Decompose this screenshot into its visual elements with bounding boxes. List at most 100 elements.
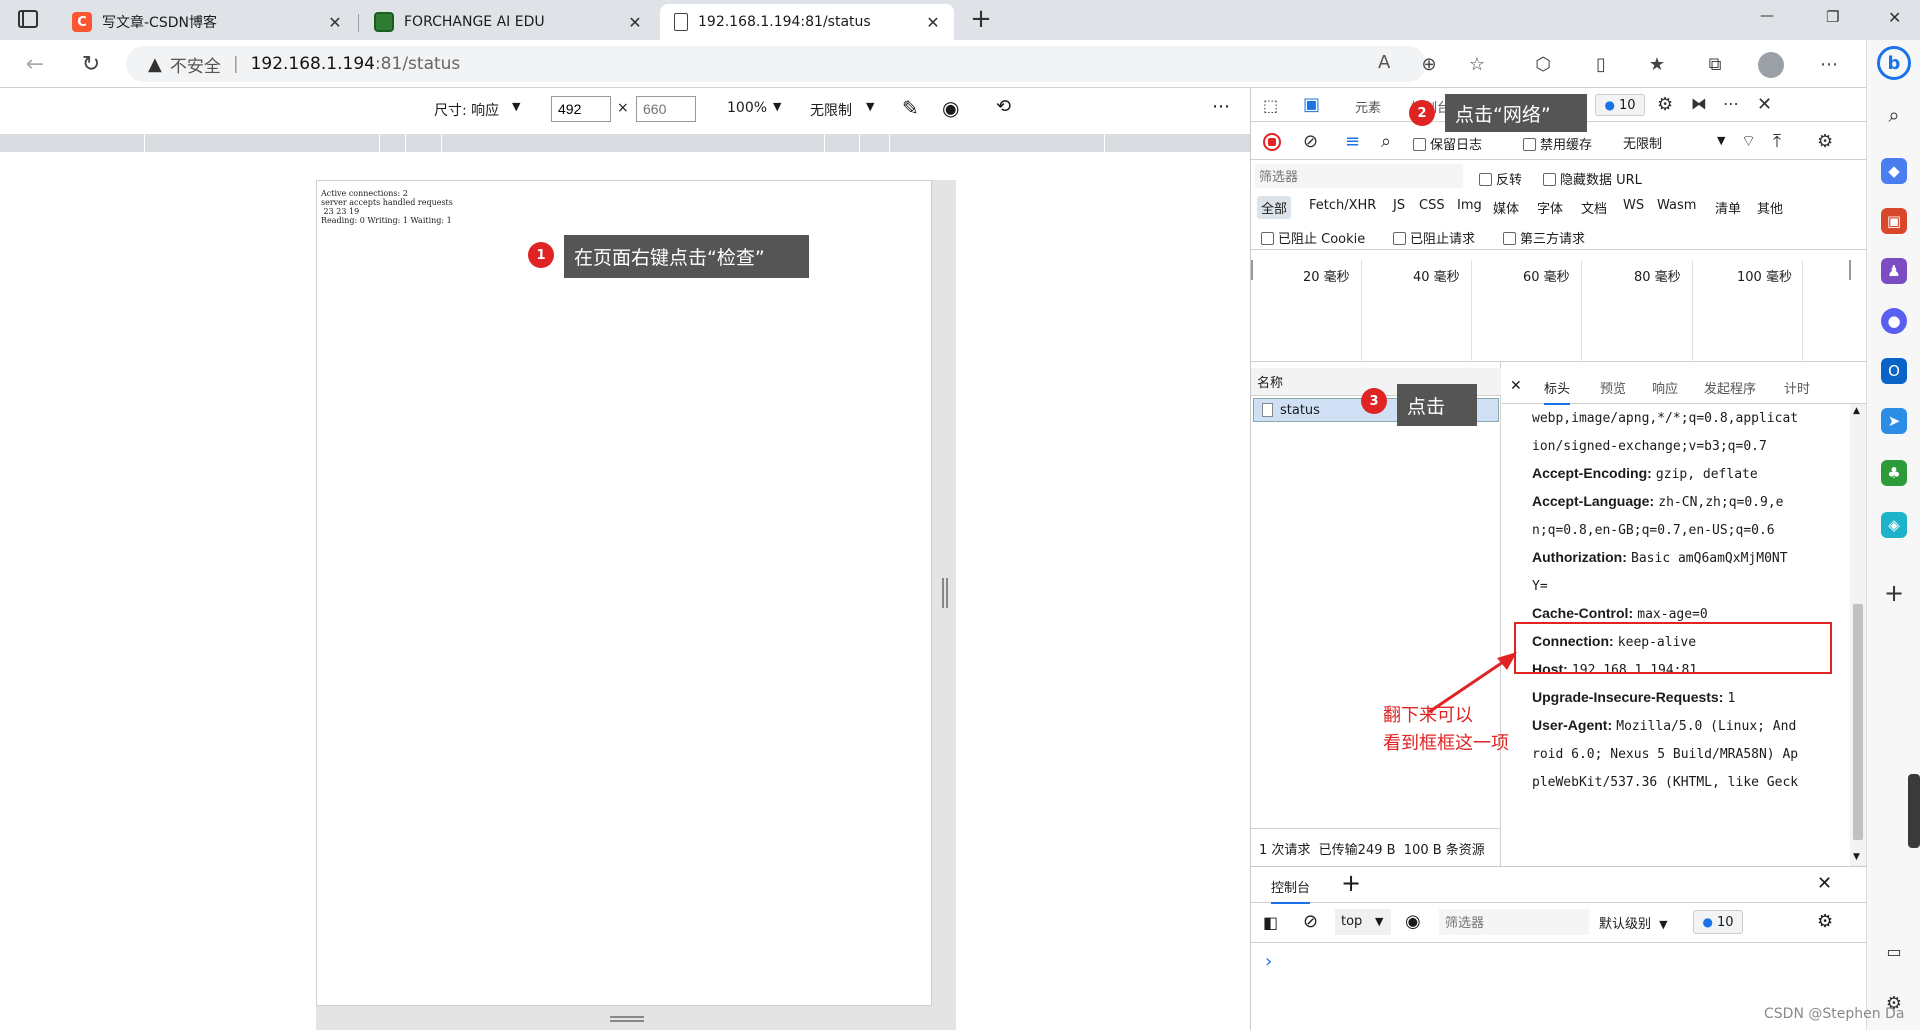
ruler-segment[interactable] bbox=[890, 134, 1105, 152]
add-sidebar-icon[interactable]: + bbox=[1881, 579, 1907, 607]
close-tab-icon[interactable]: ✕ bbox=[326, 13, 344, 32]
ruler-segment[interactable] bbox=[825, 134, 860, 152]
device-more-icon[interactable]: ⋯ bbox=[1212, 96, 1230, 117]
console-issues-badge[interactable]: ● 10 bbox=[1693, 910, 1743, 934]
sidebar-toggle-icon[interactable]: ◧ bbox=[1263, 913, 1278, 932]
log-level-select[interactable]: 默认级别 ▼ bbox=[1599, 913, 1668, 932]
type-filter-js[interactable]: JS bbox=[1393, 198, 1405, 213]
back-icon[interactable]: ← bbox=[20, 49, 50, 79]
emulated-page[interactable]: Active connections: 2 server accepts han… bbox=[316, 180, 932, 1006]
tab-status[interactable]: 192.168.1.194:81/status ✕ bbox=[660, 4, 954, 40]
tree-icon[interactable]: ♣ bbox=[1881, 460, 1907, 486]
network-conditions-icon[interactable]: ⌔ bbox=[1741, 131, 1756, 151]
favorite-add-icon[interactable]: ☆ bbox=[1462, 49, 1492, 79]
resize-handle-bottom[interactable] bbox=[316, 1006, 956, 1030]
timeline-overview[interactable]: 20 毫秒 40 毫秒 60 毫秒 80 毫秒 100 毫秒 bbox=[1251, 260, 1867, 362]
type-filter-wasm[interactable]: Wasm bbox=[1657, 198, 1696, 213]
height-input[interactable] bbox=[636, 96, 696, 122]
ruler-segment[interactable] bbox=[442, 134, 825, 152]
hide-data-urls-checkbox[interactable]: 隐藏数据 URL bbox=[1543, 169, 1642, 188]
outlook-icon[interactable]: O bbox=[1881, 358, 1907, 384]
resize-handle-right[interactable] bbox=[932, 180, 956, 1006]
read-aloud-icon[interactable]: A bbox=[1378, 52, 1390, 73]
split-screen-icon[interactable]: ▯ bbox=[1586, 49, 1616, 79]
upload-icon[interactable]: ⤒ bbox=[1773, 131, 1781, 152]
sidebar-resize-handle[interactable] bbox=[1908, 774, 1920, 848]
blocked-requests-checkbox[interactable]: 已阻止请求 bbox=[1393, 228, 1475, 247]
close-details-icon[interactable]: ✕ bbox=[1510, 378, 1522, 394]
rotate-icon[interactable]: ⟲ bbox=[996, 96, 1011, 117]
headers-scrollbar[interactable]: ▲ ▼ bbox=[1850, 404, 1866, 866]
scrollbar-thumb[interactable] bbox=[1853, 604, 1863, 840]
search-icon[interactable]: ⌕ bbox=[1381, 131, 1391, 152]
tab-actions-icon[interactable] bbox=[18, 10, 38, 28]
tab-timing[interactable]: 计时 bbox=[1784, 378, 1810, 397]
ruler-segment[interactable] bbox=[380, 134, 406, 152]
type-filter-img[interactable]: Img bbox=[1457, 198, 1482, 213]
favorites-icon[interactable]: ★ bbox=[1642, 49, 1672, 79]
ruler-segment[interactable] bbox=[0, 134, 145, 152]
maximize-button[interactable]: ❐ bbox=[1826, 8, 1839, 26]
drawer-tab-console[interactable]: 控制台 bbox=[1271, 877, 1311, 904]
tab-headers[interactable]: 标头 bbox=[1544, 378, 1571, 405]
console-filter-input[interactable] bbox=[1439, 909, 1589, 935]
ruler-segment[interactable] bbox=[406, 134, 442, 152]
tools-icon[interactable]: ▣ bbox=[1881, 208, 1907, 234]
ruler-segment[interactable] bbox=[145, 134, 380, 152]
refresh-icon[interactable]: ↻ bbox=[76, 49, 106, 79]
network-settings-icon[interactable]: ⚙ bbox=[1817, 131, 1833, 152]
inspect-icon[interactable]: ⬚ bbox=[1263, 96, 1278, 115]
throttle-select[interactable]: 无限制 bbox=[810, 100, 852, 120]
preserve-log-checkbox[interactable]: 保留日志 bbox=[1413, 134, 1482, 153]
drop-icon[interactable]: ◈ bbox=[1881, 512, 1907, 538]
tab-csdn[interactable]: C 写文章-CSDN博客 ✕ bbox=[60, 4, 356, 40]
drawer-add-icon[interactable]: + bbox=[1341, 869, 1361, 897]
context-select[interactable]: top ▼ bbox=[1335, 909, 1391, 935]
address-bar[interactable]: ▲ 不安全 | 192.168.1.194:81/status A bbox=[126, 46, 1426, 82]
vision-deficiency-icon[interactable]: ◉ bbox=[942, 96, 959, 120]
hide-sidebar-icon[interactable]: ▭ bbox=[1881, 938, 1907, 964]
extensions-icon[interactable]: ⬡ bbox=[1528, 49, 1558, 79]
microsoft365-icon[interactable]: ● bbox=[1881, 308, 1907, 334]
issues-badge[interactable]: ● 10 bbox=[1595, 94, 1645, 116]
search-icon[interactable]: ⌕ bbox=[1881, 102, 1907, 128]
clear-console-icon[interactable]: ⊘ bbox=[1303, 911, 1318, 932]
avatar[interactable] bbox=[1758, 52, 1784, 78]
blocked-cookies-checkbox[interactable]: 已阻止 Cookie bbox=[1261, 228, 1365, 247]
third-party-checkbox[interactable]: 第三方请求 bbox=[1503, 228, 1585, 247]
customize-icon[interactable]: ⧓ bbox=[1691, 94, 1707, 113]
tab-elements[interactable]: 元素 bbox=[1355, 97, 1381, 116]
tab-response[interactable]: 响应 bbox=[1652, 378, 1678, 397]
throttle-select[interactable]: 无限制 ▼ bbox=[1623, 133, 1733, 153]
close-tab-icon[interactable]: ✕ bbox=[626, 13, 644, 32]
type-filter-media[interactable]: 媒体 bbox=[1493, 198, 1519, 217]
type-filter-doc[interactable]: 文档 bbox=[1581, 198, 1607, 217]
games-icon[interactable]: ♟ bbox=[1881, 258, 1907, 284]
more-options-icon[interactable]: ⋯ bbox=[1723, 94, 1739, 113]
console-prompt[interactable]: › bbox=[1265, 951, 1272, 972]
clear-icon[interactable]: ⊘ bbox=[1303, 131, 1318, 152]
zoom-icon[interactable]: ⊕ bbox=[1414, 49, 1444, 79]
type-filter-css[interactable]: CSS bbox=[1419, 198, 1445, 213]
more-menu-icon[interactable]: ⋯ bbox=[1814, 49, 1844, 79]
type-filter-all[interactable]: 全部 bbox=[1257, 196, 1292, 219]
new-tab-button[interactable]: + bbox=[966, 4, 996, 34]
type-filter-font[interactable]: 字体 bbox=[1537, 198, 1563, 217]
width-input[interactable] bbox=[551, 96, 611, 122]
device-toggle-icon[interactable]: ▣ bbox=[1303, 94, 1320, 115]
minimize-button[interactable]: — bbox=[1760, 8, 1774, 24]
sensors-icon[interactable]: ✎ bbox=[902, 96, 919, 120]
close-devtools-icon[interactable]: ✕ bbox=[1757, 94, 1772, 115]
close-tab-icon[interactable]: ✕ bbox=[924, 13, 942, 32]
type-filter-other[interactable]: 其他 bbox=[1757, 198, 1783, 217]
dimensions-select[interactable]: 尺寸: 响应 bbox=[434, 100, 499, 120]
disable-cache-checkbox[interactable]: 禁用缓存 bbox=[1523, 134, 1592, 153]
bing-icon[interactable]: b bbox=[1877, 46, 1911, 80]
live-expression-icon[interactable]: ◉ bbox=[1405, 911, 1421, 932]
close-window-button[interactable]: ✕ bbox=[1888, 8, 1901, 27]
scroll-up-icon[interactable]: ▲ bbox=[1853, 406, 1860, 416]
type-filter-ws[interactable]: WS bbox=[1623, 198, 1644, 213]
tab-preview[interactable]: 预览 bbox=[1600, 378, 1626, 397]
scroll-down-icon[interactable]: ▼ bbox=[1853, 852, 1860, 862]
console-settings-icon[interactable]: ⚙ bbox=[1817, 911, 1833, 932]
